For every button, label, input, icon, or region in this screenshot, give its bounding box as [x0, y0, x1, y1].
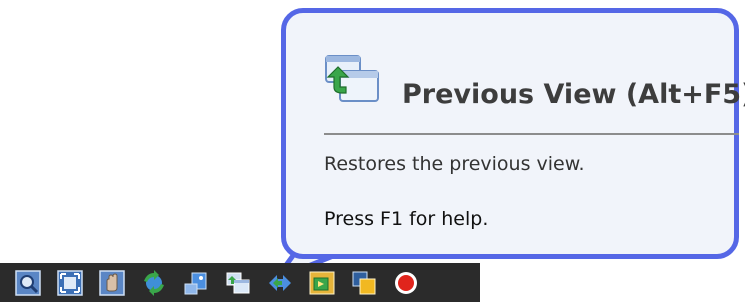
zoom-extents-button[interactable]	[56, 269, 84, 297]
tooltip-balloon: Previous View (Alt+F5) Restores the prev…	[281, 8, 745, 259]
zoom-icon	[15, 269, 41, 296]
record-icon	[395, 271, 417, 294]
zoom-button[interactable]	[14, 269, 42, 297]
previous-view-icon	[226, 272, 250, 293]
next-view-button[interactable]	[266, 269, 294, 297]
tooltip-divider	[324, 133, 739, 135]
windows-icon	[352, 271, 376, 294]
view-icon	[184, 272, 207, 294]
tooltip-header: Previous View (Alt+F5)	[322, 53, 745, 123]
pan-icon	[99, 269, 125, 296]
named-view-icon	[309, 271, 335, 294]
tooltip-title: Previous View (Alt+F5)	[402, 79, 745, 110]
toolbar	[0, 263, 480, 302]
tooltip-description: Restores the previous view.	[324, 153, 585, 175]
tooltip-help-text: Press F1 for help.	[324, 208, 489, 230]
view-button[interactable]	[182, 269, 210, 297]
record-button[interactable]	[392, 269, 420, 297]
orbit-button[interactable]	[140, 269, 168, 297]
previous-view-button[interactable]	[224, 269, 252, 297]
previous-view-icon	[325, 55, 379, 102]
orbit-icon	[144, 269, 164, 296]
named-view-button[interactable]	[308, 269, 336, 297]
windows-button[interactable]	[350, 269, 378, 297]
next-view-icon	[269, 274, 291, 291]
zoom-extents-icon	[57, 269, 83, 296]
pan-button[interactable]	[98, 269, 126, 297]
